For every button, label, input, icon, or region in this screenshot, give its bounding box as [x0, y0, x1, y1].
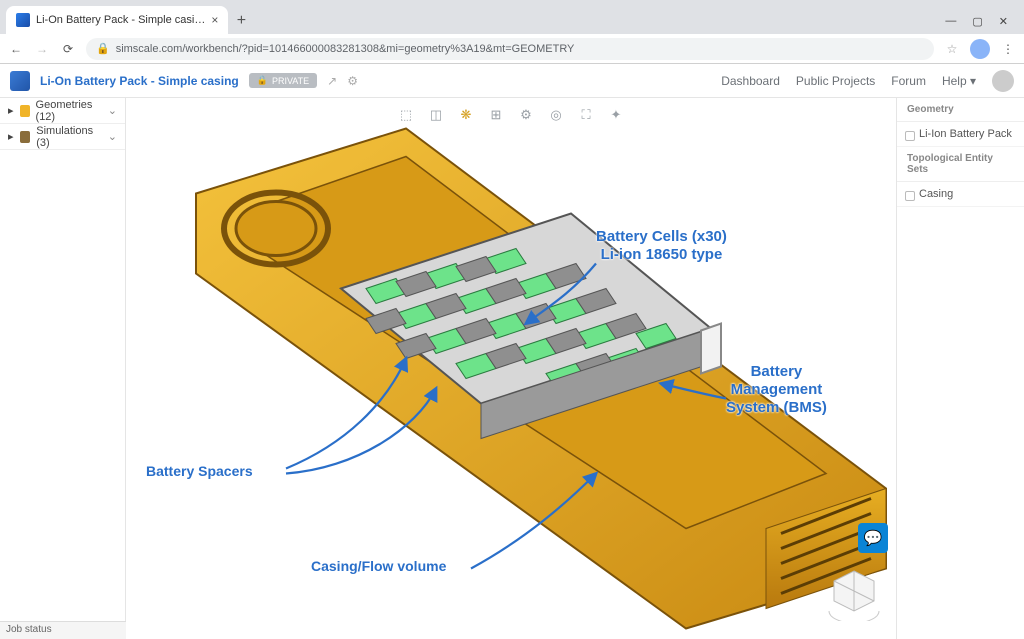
window-controls: — ▢ ✕ — [935, 15, 1018, 34]
browser-profile-avatar[interactable] — [970, 39, 990, 59]
job-status-bar[interactable]: Job status — [0, 621, 126, 639]
tab-favicon — [16, 13, 30, 27]
panel-heading-geometry: Geometry — [897, 98, 1024, 122]
nav-public-projects[interactable]: Public Projects — [796, 74, 875, 88]
close-tab-icon[interactable]: × — [211, 13, 218, 27]
callout-cells: Battery Cells (x30) Li-ion 18650 type — [596, 228, 727, 264]
browser-address-bar: ← → ⟳ 🔒 simscale.com/workbench/?pid=1014… — [0, 34, 1024, 64]
close-window-icon[interactable]: ✕ — [999, 15, 1008, 28]
bookmark-icon[interactable]: ☆ — [944, 42, 960, 56]
callout-bms: Battery Management System (BMS) — [726, 363, 827, 417]
browser-menu-icon[interactable]: ⋮ — [1000, 42, 1016, 56]
main-area: ▸ Geometries (12) ⌄ ▸ Simulations (3) ⌄ … — [0, 98, 1024, 639]
url-text: simscale.com/workbench/?pid=101466000083… — [116, 43, 575, 55]
callout-spacers: Battery Spacers — [146, 463, 253, 480]
lock-icon: 🔒 — [257, 75, 268, 86]
callout-casing: Casing/Flow volume — [311, 558, 446, 575]
url-input[interactable]: 🔒 simscale.com/workbench/?pid=1014660000… — [86, 38, 934, 60]
app-logo[interactable] — [10, 71, 30, 91]
user-avatar[interactable] — [992, 70, 1014, 92]
header-nav: Dashboard Public Projects Forum Help ▾ — [721, 70, 1014, 92]
simulation-icon — [20, 131, 31, 143]
chat-button[interactable]: 💬 — [858, 523, 888, 553]
nav-back-icon[interactable]: ← — [8, 42, 24, 56]
tree-item-simulations[interactable]: ▸ Simulations (3) ⌄ — [0, 124, 125, 150]
nav-dashboard[interactable]: Dashboard — [721, 74, 780, 88]
maximize-icon[interactable]: ▢ — [972, 15, 982, 28]
lock-icon: 🔒 — [96, 42, 110, 55]
tree-label: Simulations (3) — [36, 125, 102, 149]
geometry-icon — [20, 105, 30, 117]
chevron-down-icon[interactable]: ⌄ — [108, 130, 117, 143]
tab-title: Li-On Battery Pack - Simple casi… — [36, 14, 205, 26]
reload-icon[interactable]: ⟳ — [60, 42, 76, 56]
project-title[interactable]: Li-On Battery Pack - Simple casing — [40, 74, 239, 88]
new-tab-button[interactable]: + — [228, 8, 254, 34]
right-panel: Geometry Li-Ion Battery Pack Topological… — [896, 98, 1024, 639]
settings-icon[interactable]: ⚙ — [347, 74, 358, 88]
private-badge[interactable]: 🔒 PRIVATE — [249, 73, 317, 88]
topo-item[interactable]: Casing — [897, 182, 1024, 207]
browser-tab[interactable]: Li-On Battery Pack - Simple casi… × — [6, 6, 228, 34]
minimize-icon[interactable]: — — [945, 15, 956, 28]
orientation-cube[interactable] — [824, 561, 884, 621]
share-icon[interactable]: ↗ — [327, 74, 337, 88]
chat-icon: 💬 — [864, 529, 883, 547]
app-header: Li-On Battery Pack - Simple casing 🔒 PRI… — [0, 64, 1024, 98]
left-panel: ▸ Geometries (12) ⌄ ▸ Simulations (3) ⌄ — [0, 98, 126, 639]
nav-help[interactable]: Help ▾ — [942, 74, 976, 88]
nav-forward-icon[interactable]: → — [34, 42, 50, 56]
chevron-down-icon[interactable]: ⌄ — [108, 104, 117, 117]
geometry-item[interactable]: Li-Ion Battery Pack — [897, 122, 1024, 147]
panel-heading-topo: Topological Entity Sets — [897, 147, 1024, 182]
tree-label: Geometries (12) — [36, 99, 102, 123]
nav-forum[interactable]: Forum — [891, 74, 926, 88]
tree-item-geometries[interactable]: ▸ Geometries (12) ⌄ — [0, 98, 125, 124]
3d-viewport[interactable]: ⬚ ◫ ❋ ⊞ ⚙ ◎ ⛶ ✦ — [126, 98, 896, 639]
browser-tab-strip: Li-On Battery Pack - Simple casi… × + — … — [0, 0, 1024, 34]
